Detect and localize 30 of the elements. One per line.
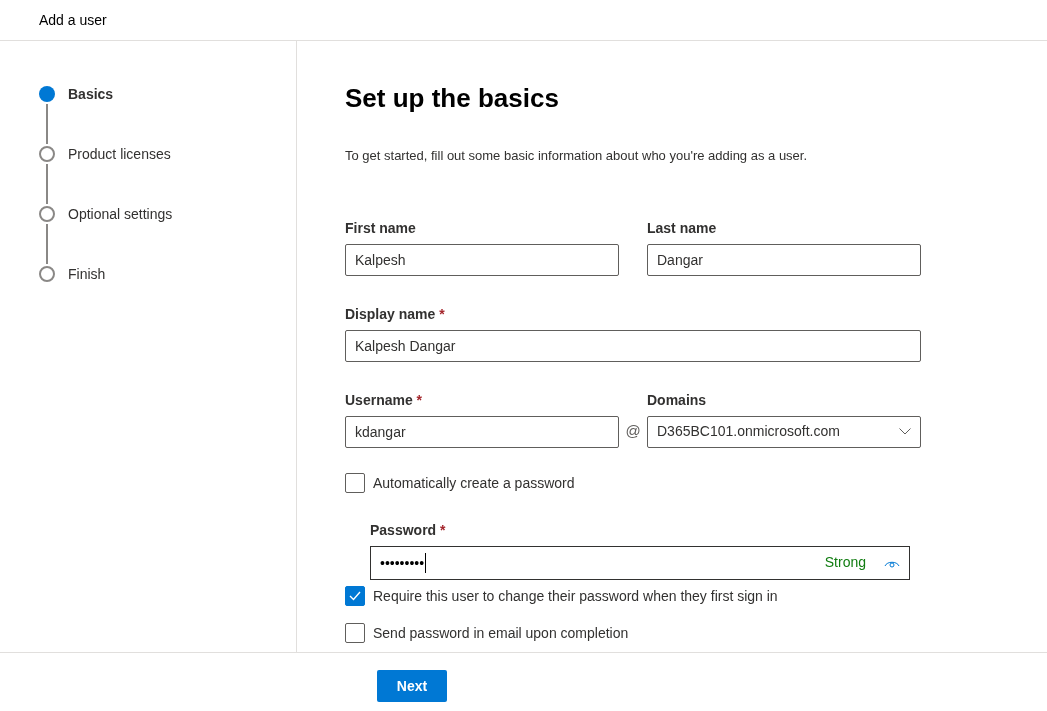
description-text: To get started, fill out some basic information about who you're adding as a user.	[345, 147, 809, 165]
first-name-field[interactable]: Kalpesh	[345, 243, 619, 276]
checkbox[interactable]	[345, 586, 365, 606]
password-field[interactable]: ••••••••• Strong	[370, 545, 910, 580]
checkbox-label: Automatically create a password	[373, 473, 575, 493]
checkbox-label: Send password in email upon completion	[373, 623, 629, 643]
panel-title: Add a user	[39, 10, 107, 30]
checkmark-icon	[349, 591, 361, 601]
field-label: Domains	[647, 390, 708, 410]
at-sign: @	[624, 421, 642, 442]
checkbox[interactable]	[345, 623, 365, 643]
checkbox[interactable]	[345, 473, 365, 493]
chevron-down-icon	[899, 428, 911, 435]
step-label[interactable]: Optional settings	[68, 203, 173, 225]
page-heading: Set up the basics	[345, 82, 560, 115]
field-label: Password *	[370, 520, 447, 540]
step-label[interactable]: Basics	[68, 83, 114, 105]
last-name-field[interactable]: Dangar	[647, 243, 921, 276]
password-strength: Strong	[824, 553, 866, 572]
field-label: First name	[345, 218, 417, 238]
username-field[interactable]: kdangar	[345, 415, 619, 448]
field-label: Display name *	[345, 304, 446, 324]
field-label: Username *	[345, 390, 424, 410]
checkbox-label: Require this user to change their password when they first sign in	[373, 586, 778, 606]
domain-dropdown[interactable]: D365BC101.onmicrosoft.com	[647, 415, 921, 448]
next-button[interactable]: Next	[377, 670, 447, 702]
step-label[interactable]: Product licenses	[68, 143, 171, 165]
display-name-field[interactable]: Kalpesh Dangar	[345, 329, 921, 362]
field-label: Last name	[647, 218, 718, 238]
step-label[interactable]: Finish	[68, 263, 106, 285]
